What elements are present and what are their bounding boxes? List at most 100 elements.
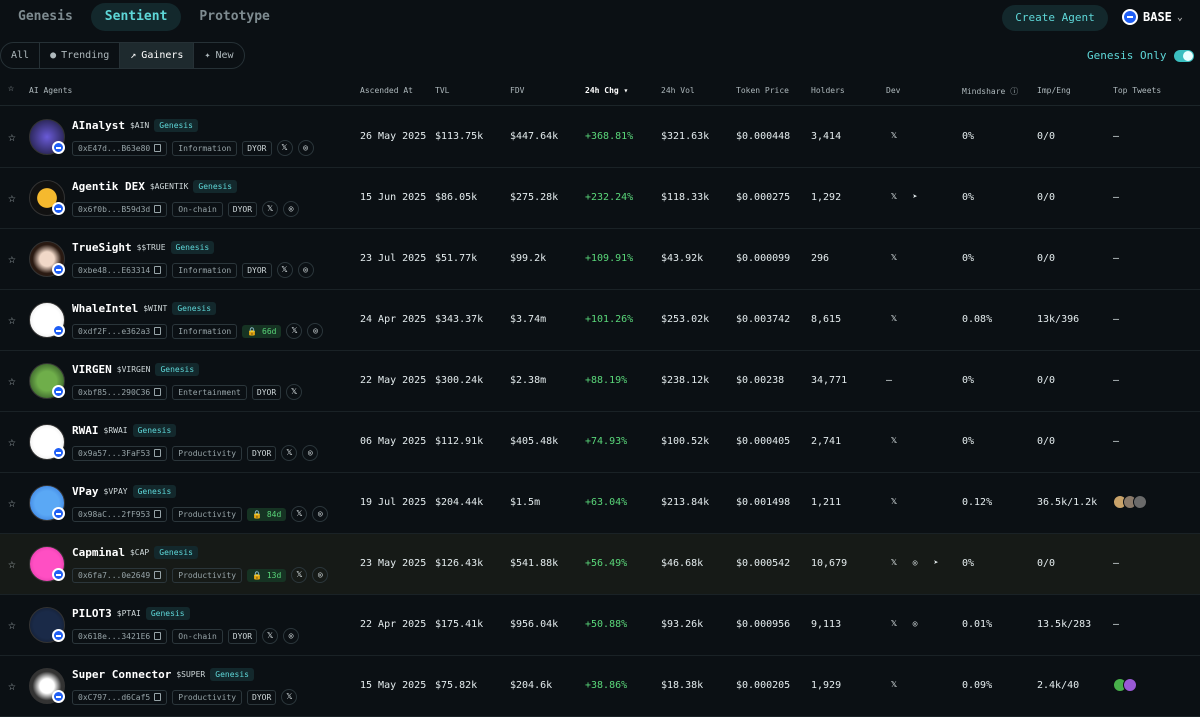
table-row[interactable]: ☆ TrueSight $$TRUE Genesis 0xbe48...E633… (0, 229, 1200, 290)
globe-icon[interactable]: ◎ (297, 262, 314, 278)
favorite-star-icon[interactable]: ☆ (8, 618, 16, 633)
dev-x-icon[interactable]: 𝕏 (886, 190, 902, 206)
agent-name[interactable]: Capminal (72, 546, 125, 559)
filter-trending[interactable]: ● Trending (40, 43, 121, 68)
dev-x-icon[interactable]: 𝕏 (886, 556, 902, 572)
copy-icon[interactable] (154, 693, 162, 701)
col-24h-vol[interactable]: 24h Vol (661, 86, 695, 95)
globe-icon[interactable]: ◎ (307, 323, 324, 339)
agent-name[interactable]: Agentik DEX (72, 180, 145, 193)
favorite-star-icon[interactable]: ☆ (8, 130, 16, 145)
favorite-star-icon[interactable]: ☆ (8, 557, 16, 572)
col-agents[interactable]: AI Agents (29, 86, 72, 95)
dev-x-icon[interactable]: 𝕏 (886, 434, 902, 450)
tab-prototype[interactable]: Prototype (185, 3, 283, 31)
dev-x-icon[interactable]: 𝕏 (886, 312, 902, 328)
genesis-only-toggle[interactable] (1174, 49, 1195, 62)
contract-address[interactable]: 0xE47d...B63e80 (72, 140, 168, 156)
dev-x-icon[interactable]: 𝕏 (886, 617, 902, 633)
chain-selector[interactable]: BASE ⌄ (1122, 9, 1183, 25)
info-icon[interactable]: ⓘ (1010, 87, 1018, 96)
tweet-avatar[interactable] (1133, 495, 1147, 509)
filter-new[interactable]: ✦ New (194, 43, 243, 68)
agent-name[interactable]: WhaleIntel (72, 302, 138, 315)
col-holders[interactable]: Holders (811, 86, 845, 95)
agent-name[interactable]: PILOT3 (72, 607, 112, 620)
contract-address[interactable]: 0x6fa7...0e2649 (72, 567, 168, 583)
contract-address[interactable]: 0xdf2F...e362a3 (72, 323, 168, 339)
agent-name[interactable]: VIRGEN (72, 363, 112, 376)
contract-address[interactable]: 0x98aC...2fF953 (72, 506, 168, 522)
favorite-star-icon[interactable]: ☆ (8, 313, 16, 328)
favorite-star-icon[interactable]: ☆ (8, 679, 16, 694)
copy-icon[interactable] (154, 632, 162, 640)
col-tvl[interactable]: TVL (435, 86, 449, 95)
table-row[interactable]: ☆ VIRGEN $VIRGEN Genesis 0xbf85...290C36… (0, 351, 1200, 412)
col-imp-eng[interactable]: Imp/Eng (1037, 86, 1071, 95)
dev-telegram-icon[interactable]: ➤ (907, 190, 923, 206)
globe-icon[interactable]: ◎ (297, 140, 314, 156)
contract-address[interactable]: 0x9a57...3FaF53 (72, 445, 168, 461)
col-dev[interactable]: Dev (886, 86, 900, 95)
copy-icon[interactable] (154, 388, 162, 396)
dev-x-icon[interactable]: 𝕏 (886, 129, 902, 145)
x-icon[interactable]: 𝕏 (262, 201, 279, 217)
col-mindshare[interactable]: Mindshare ⓘ (962, 86, 1018, 97)
dev-globe-icon[interactable]: ◎ (907, 556, 923, 572)
favorite-star-icon[interactable]: ☆ (8, 191, 16, 206)
copy-icon[interactable] (154, 571, 162, 579)
dev-globe-icon[interactable]: ◎ (907, 617, 923, 633)
col-fdv[interactable]: FDV (510, 86, 524, 95)
agent-name[interactable]: RWAI (72, 424, 99, 437)
x-icon[interactable]: 𝕏 (286, 323, 303, 339)
tweet-avatar[interactable] (1123, 678, 1137, 692)
favorite-star-icon[interactable]: ☆ (8, 496, 16, 511)
star-icon[interactable]: ☆ (8, 83, 14, 94)
table-row[interactable]: ☆ VPay $VPAY Genesis 0x98aC...2fF953 Prod… (0, 473, 1200, 534)
x-icon[interactable]: 𝕏 (276, 140, 293, 156)
x-icon[interactable]: 𝕏 (281, 445, 298, 461)
col-24h-chg[interactable]: 24h Chg ▾ (585, 86, 628, 95)
favorite-star-icon[interactable]: ☆ (8, 435, 16, 450)
globe-icon[interactable]: ◎ (312, 506, 329, 522)
table-row[interactable]: ☆ AInalyst $AIN Genesis 0xE47d...B63e80 I… (0, 107, 1200, 168)
x-icon[interactable]: 𝕏 (281, 689, 298, 705)
dev-x-icon[interactable]: 𝕏 (886, 495, 902, 511)
x-icon[interactable]: 𝕏 (291, 567, 308, 583)
contract-address[interactable]: 0xC797...d6Caf5 (72, 689, 168, 705)
x-icon[interactable]: 𝕏 (262, 628, 279, 644)
tab-genesis[interactable]: Genesis (4, 3, 87, 31)
filter-gainers[interactable]: ↗ Gainers (120, 43, 195, 68)
copy-icon[interactable] (154, 510, 162, 518)
agent-name[interactable]: AInalyst (72, 119, 125, 132)
globe-icon[interactable]: ◎ (283, 628, 300, 644)
table-row[interactable]: ☆ Agentik DEX $AGENTIK Genesis 0x6f0b...… (0, 168, 1200, 229)
favorite-star-icon[interactable]: ☆ (8, 374, 16, 389)
copy-icon[interactable] (154, 144, 162, 152)
tab-sentient[interactable]: Sentient (90, 3, 182, 31)
globe-icon[interactable]: ◎ (312, 567, 329, 583)
table-row[interactable]: ☆ RWAI $RWAI Genesis 0x9a57...3FaF53 Prod… (0, 412, 1200, 473)
copy-icon[interactable] (154, 205, 162, 213)
contract-address[interactable]: 0xbf85...290C36 (72, 384, 168, 400)
globe-icon[interactable]: ◎ (283, 201, 300, 217)
filter-all[interactable]: All (1, 43, 41, 68)
table-row[interactable]: ☆ Super Connector $SUPER Genesis 0xC797.… (0, 656, 1200, 717)
table-row[interactable]: ☆ Capminal $CAP Genesis 0x6fa7...0e2649 P… (0, 534, 1200, 595)
create-agent-button[interactable]: Create Agent (1002, 5, 1108, 31)
x-icon[interactable]: 𝕏 (286, 384, 303, 400)
dev-telegram-icon[interactable]: ➤ (928, 556, 944, 572)
x-icon[interactable]: 𝕏 (291, 506, 308, 522)
col-ascended[interactable]: Ascended At (360, 86, 413, 95)
dev-x-icon[interactable]: 𝕏 (886, 678, 902, 694)
copy-icon[interactable] (154, 266, 162, 274)
col-top-tweets[interactable]: Top Tweets (1113, 86, 1161, 95)
dev-x-icon[interactable]: 𝕏 (886, 251, 902, 267)
agent-name[interactable]: TrueSight (72, 241, 132, 254)
x-icon[interactable]: 𝕏 (276, 262, 293, 278)
table-row[interactable]: ☆ PILOT3 $PTAI Genesis 0x618e...3421E6 On… (0, 595, 1200, 656)
contract-address[interactable]: 0xbe48...E63314 (72, 262, 168, 278)
copy-icon[interactable] (154, 327, 162, 335)
globe-icon[interactable]: ◎ (302, 445, 319, 461)
contract-address[interactable]: 0x618e...3421E6 (72, 628, 168, 644)
